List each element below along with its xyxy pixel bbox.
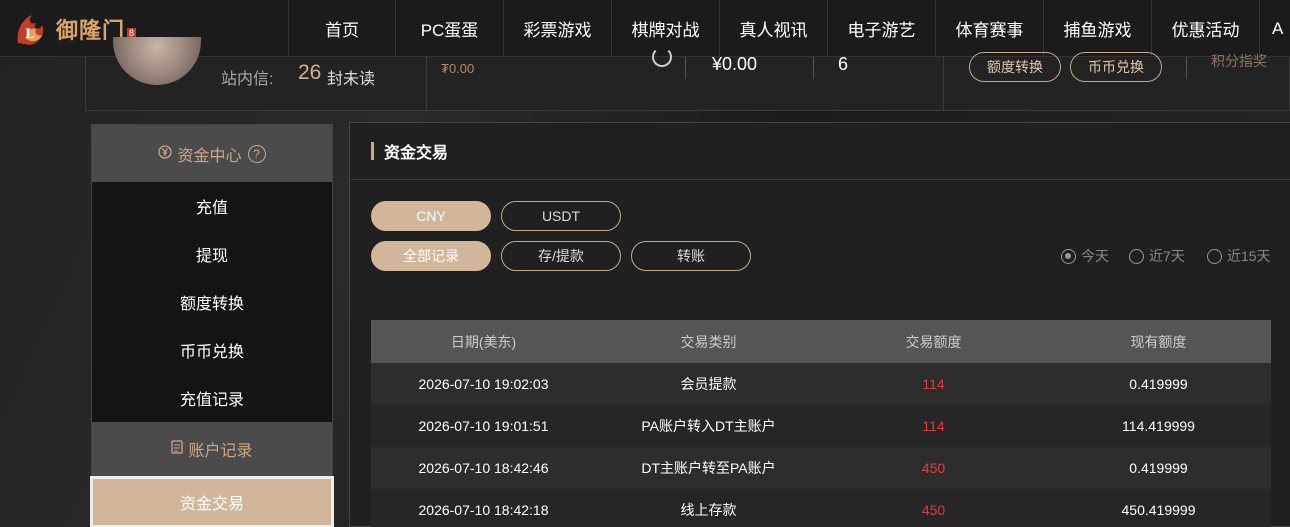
cell-date: 2026-07-10 19:01:51 [418,418,549,434]
fund-transactions-panel: 资金交易 CNY USDT 全部记录 存/提款 转账 今天 近7天 近15天 日… [349,122,1290,527]
nav-item-promotions[interactable]: 优惠活动 [1151,0,1259,57]
table-header: 日期(美东) 交易类别 交易额度 现有额度 [371,320,1271,363]
nav-menu: 首页 PC蛋蛋 彩票游戏 棋牌对战 真人视讯 电子游艺 体育赛事 捕鱼游戏 优惠… [288,0,1289,57]
nav-item-sports[interactable]: 体育赛事 [935,0,1043,57]
cell-balance: 0.419999 [1129,460,1188,476]
range-7-days-label: 近7天 [1149,248,1185,264]
nav-item-fishing[interactable]: 捕鱼游戏 [1043,0,1151,57]
sidebar-item-fund-transactions[interactable]: 资金交易 [90,476,334,527]
help-icon[interactable]: ? [247,144,266,163]
dragon-logo-icon: L [12,9,52,49]
nav-item-slots[interactable]: 电子游艺 [827,0,935,57]
cell-balance: 450.419999 [1121,502,1196,518]
count-value: 6 [838,54,849,74]
divider [685,57,686,79]
cell-type: 线上存款 [680,502,737,518]
transactions-table: 日期(美东) 交易类别 交易额度 现有额度 2026-07-10 19:02:0… [371,320,1271,527]
refresh-icon[interactable] [652,47,672,67]
range-15-days[interactable]: 近15天 [1207,246,1271,266]
avatar[interactable] [113,37,201,85]
radio-checked-icon [1061,248,1076,264]
tab-transfer[interactable]: 转账 [631,241,751,271]
tab-cny[interactable]: CNY [371,201,491,231]
panel-header: 资金交易 [350,123,1290,180]
table-row: 2026-07-10 18:42:46 DT主账户转至PA账户 450 0.41… [371,447,1271,489]
range-7-days[interactable]: 近7天 [1129,246,1185,266]
svg-text:L: L [25,27,34,42]
account-sidebar: 资金中心 ? 充值 提现 额度转换 币币兑换 充值记录 账户记录 资金交易 [90,124,334,527]
cell-amount: 450 [921,460,946,476]
table-row: 2026-07-10 19:02:03 会员提款 114 0.419999 [371,363,1271,405]
sidebar-item-deposit-records[interactable]: 充值记录 [92,374,332,422]
column-amount: 交易额度 [905,333,962,350]
usdt-balance: ₮0.00 [441,61,475,76]
nav-item-truncated[interactable]: A [1259,0,1289,57]
account-records-title: 账户记录 [188,443,253,460]
fund-center-title: 资金中心 [177,147,242,165]
sidebar-item-deposit[interactable]: 充值 [92,182,332,230]
divider [813,57,814,79]
receipt-icon [171,439,184,459]
yuan-coin-icon [158,145,173,162]
page-title: 资金交易 [384,145,449,162]
inbox-unit: 封未读 [327,71,376,88]
divider [943,57,944,111]
cny-balance: ¥0.00 [712,54,758,74]
sidebar-item-coin-exchange[interactable]: 币币兑换 [92,326,332,374]
cell-type: PA账户转入DT主账户 [641,418,776,434]
cell-balance: 0.419999 [1129,376,1188,392]
radio-unchecked-icon [1129,248,1144,264]
cell-date: 2026-07-10 18:42:46 [418,460,549,476]
range-15-days-label: 近15天 [1227,248,1271,264]
quota-transfer-button[interactable]: 额度转换 [969,52,1061,82]
column-date: 日期(美东) [450,333,517,350]
table-row: 2026-07-10 19:01:51 PA账户转入DT主账户 114 114.… [371,405,1271,447]
nav-item-home[interactable]: 首页 [288,0,395,57]
tab-usdt[interactable]: USDT [501,201,621,231]
range-today-label: 今天 [1081,248,1109,264]
cell-type: 会员提款 [680,376,737,392]
profile-summary: 站内信: 26 封未读 ₮0.00 ¥0.00 6 额度转换 币币兑换 积分指奖 [85,37,1290,111]
cell-date: 2026-07-10 18:42:18 [418,502,549,518]
divider [1186,57,1187,79]
title-accent-bar [371,142,374,160]
column-balance: 现有额度 [1130,333,1187,350]
sidebar-item-quota-transfer[interactable]: 额度转换 [92,278,332,326]
points-link[interactable]: 积分指奖 [1211,51,1267,71]
divider [426,57,427,111]
sidebar-item-withdraw[interactable]: 提现 [92,230,332,278]
account-records-header: 账户记录 [92,422,332,476]
nav-item-live[interactable]: 真人视讯 [719,0,827,57]
cell-balance: 114.419999 [1122,418,1195,434]
cell-amount: 114 [922,418,945,434]
nav-item-lottery[interactable]: 彩票游戏 [503,0,611,57]
inbox-count[interactable]: 26 [298,61,321,85]
table-row: 2026-07-10 18:42:18 线上存款 450 450.419999 [371,489,1271,527]
brand-badge: 8 [127,27,137,38]
tab-all-records[interactable]: 全部记录 [371,241,491,271]
inbox-label: 站内信: [221,71,274,88]
nav-item-pc-egg[interactable]: PC蛋蛋 [395,0,503,57]
cell-amount: 114 [922,376,945,392]
column-type: 交易类别 [680,333,737,350]
radio-unchecked-icon [1207,248,1222,264]
coin-exchange-button[interactable]: 币币兑换 [1070,52,1162,82]
fund-center-header: 资金中心 ? [92,125,332,182]
cell-type: DT主账户转至PA账户 [641,460,776,476]
range-today[interactable]: 今天 [1061,246,1109,266]
cell-amount: 450 [921,502,946,518]
tab-deposit-withdraw[interactable]: 存/提款 [501,241,621,271]
cell-date: 2026-07-10 19:02:03 [418,376,549,392]
